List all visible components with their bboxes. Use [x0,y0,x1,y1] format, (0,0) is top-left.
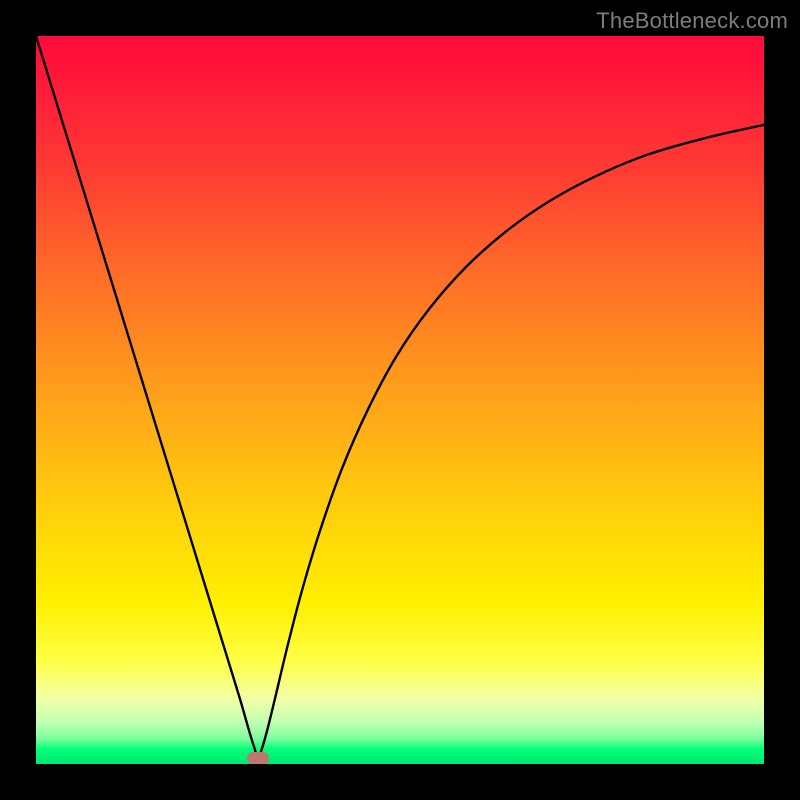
plot-area [36,36,764,764]
bottleneck-curve [36,36,764,764]
chart-frame: TheBottleneck.com [0,0,800,800]
minima-marker [247,752,269,764]
watermark-text: TheBottleneck.com [596,8,788,34]
